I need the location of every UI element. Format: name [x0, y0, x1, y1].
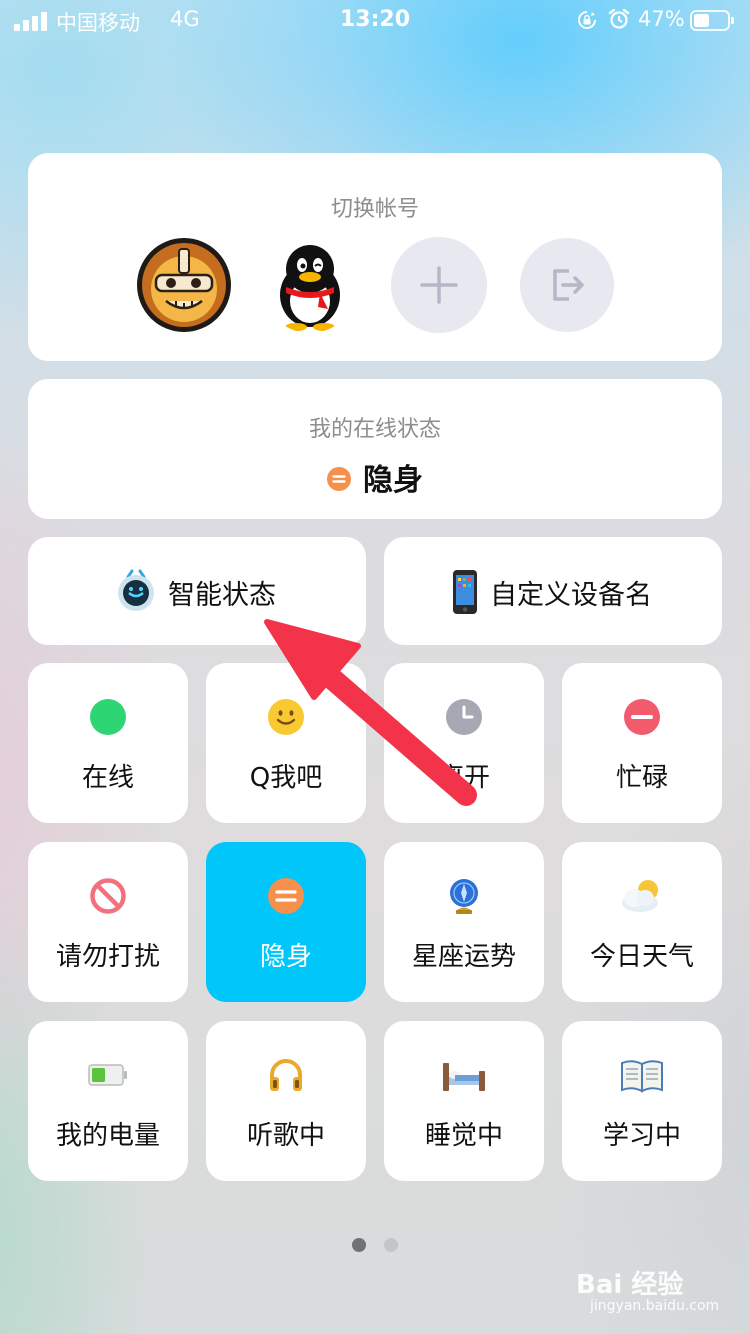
status-tile-sleeping[interactable]: 睡觉中	[384, 1021, 544, 1181]
battery-percent: 47%	[638, 7, 685, 31]
status-tile-away[interactable]: 离开	[384, 663, 544, 823]
status-tile-q-me[interactable]: Q我吧	[206, 663, 366, 823]
status-tile-online[interactable]: 在线	[28, 663, 188, 823]
status-tile-label: 今日天气	[589, 942, 694, 972]
baidu-jingyan-watermark: Bai 经验 jingyan.baidu.com	[572, 1262, 722, 1320]
smiley-icon	[268, 699, 304, 735]
status-tile-listening[interactable]: 听歌中	[206, 1021, 366, 1181]
watermark-logo: Bai 经验	[576, 1270, 684, 1300]
status-tile-label: 在线	[81, 763, 134, 793]
qq-penguin-avatar[interactable]	[262, 237, 358, 333]
current-status: 隐身	[28, 455, 722, 499]
status-tile-label: 我的电量	[55, 1121, 160, 1151]
smart-status-button[interactable]: 智能状态	[28, 537, 366, 645]
status-tile-label: 听歌中	[246, 1121, 325, 1151]
online-status-title: 我的在线状态	[308, 417, 441, 442]
status-tile-label: 星座运势	[411, 942, 516, 972]
invisible-icon	[268, 878, 304, 914]
status-tile-label: 睡觉中	[424, 1121, 503, 1151]
weather-icon	[622, 880, 658, 912]
battery-icon	[690, 10, 734, 31]
current-status-label: 隐身	[363, 463, 423, 498]
plus-icon	[420, 266, 458, 304]
status-bar: 中国移动 4G 13:20 47%	[0, 0, 750, 40]
invisible-icon	[327, 467, 351, 491]
page-indicator-current[interactable]	[352, 1238, 366, 1252]
page-indicator[interactable]	[384, 1238, 398, 1252]
status-tile-do-not-disturb[interactable]: 请勿打扰	[28, 842, 188, 1002]
add-account-button[interactable]	[391, 237, 487, 333]
bed-icon	[443, 1063, 485, 1091]
headphones-icon	[270, 1059, 302, 1091]
status-tile-battery[interactable]: 我的电量	[28, 1021, 188, 1181]
status-tile-label: 学习中	[602, 1121, 681, 1151]
logout-button[interactable]	[520, 238, 614, 332]
online-status-card[interactable]: 我的在线状态 隐身	[28, 379, 722, 519]
status-tile-weather[interactable]: 今日天气	[562, 842, 722, 1002]
status-tile-busy[interactable]: 忙碌	[562, 663, 722, 823]
status-tile-horoscope[interactable]: 星座运势	[384, 842, 544, 1002]
status-tile-studying[interactable]: 学习中	[562, 1021, 722, 1181]
clock-icon	[446, 699, 482, 735]
status-tile-label: Q我吧	[249, 763, 323, 793]
switch-account-card: 切换帐号	[28, 153, 722, 361]
minus-circle-icon	[624, 699, 660, 735]
rotation-lock-icon	[578, 11, 596, 29]
status-tile-label: 忙碌	[615, 763, 668, 793]
crystal-ball-icon	[450, 879, 478, 914]
custom-device-name-button[interactable]: 自定义设备名	[384, 537, 722, 645]
watermark-url: jingyan.baidu.com	[590, 1298, 720, 1314]
robot-icon	[118, 569, 154, 611]
phone-icon	[453, 570, 477, 614]
status-tile-label: 离开	[437, 763, 490, 793]
no-entry-icon	[90, 878, 126, 914]
status-tile-invisible[interactable]: 隐身	[206, 842, 366, 1002]
lion-avatar[interactable]	[136, 237, 232, 333]
status-tile-label: 隐身	[259, 942, 312, 972]
green-dot-icon	[90, 699, 126, 735]
custom-device-name-label: 自定义设备名	[490, 580, 652, 611]
switch-account-title: 切换帐号	[330, 197, 419, 222]
book-icon	[621, 1060, 663, 1093]
logout-icon	[553, 269, 584, 301]
status-tile-label: 请勿打扰	[55, 942, 160, 972]
alarm-icon	[608, 8, 630, 29]
battery-level-icon	[88, 1064, 127, 1086]
smart-status-label: 智能状态	[168, 580, 276, 611]
